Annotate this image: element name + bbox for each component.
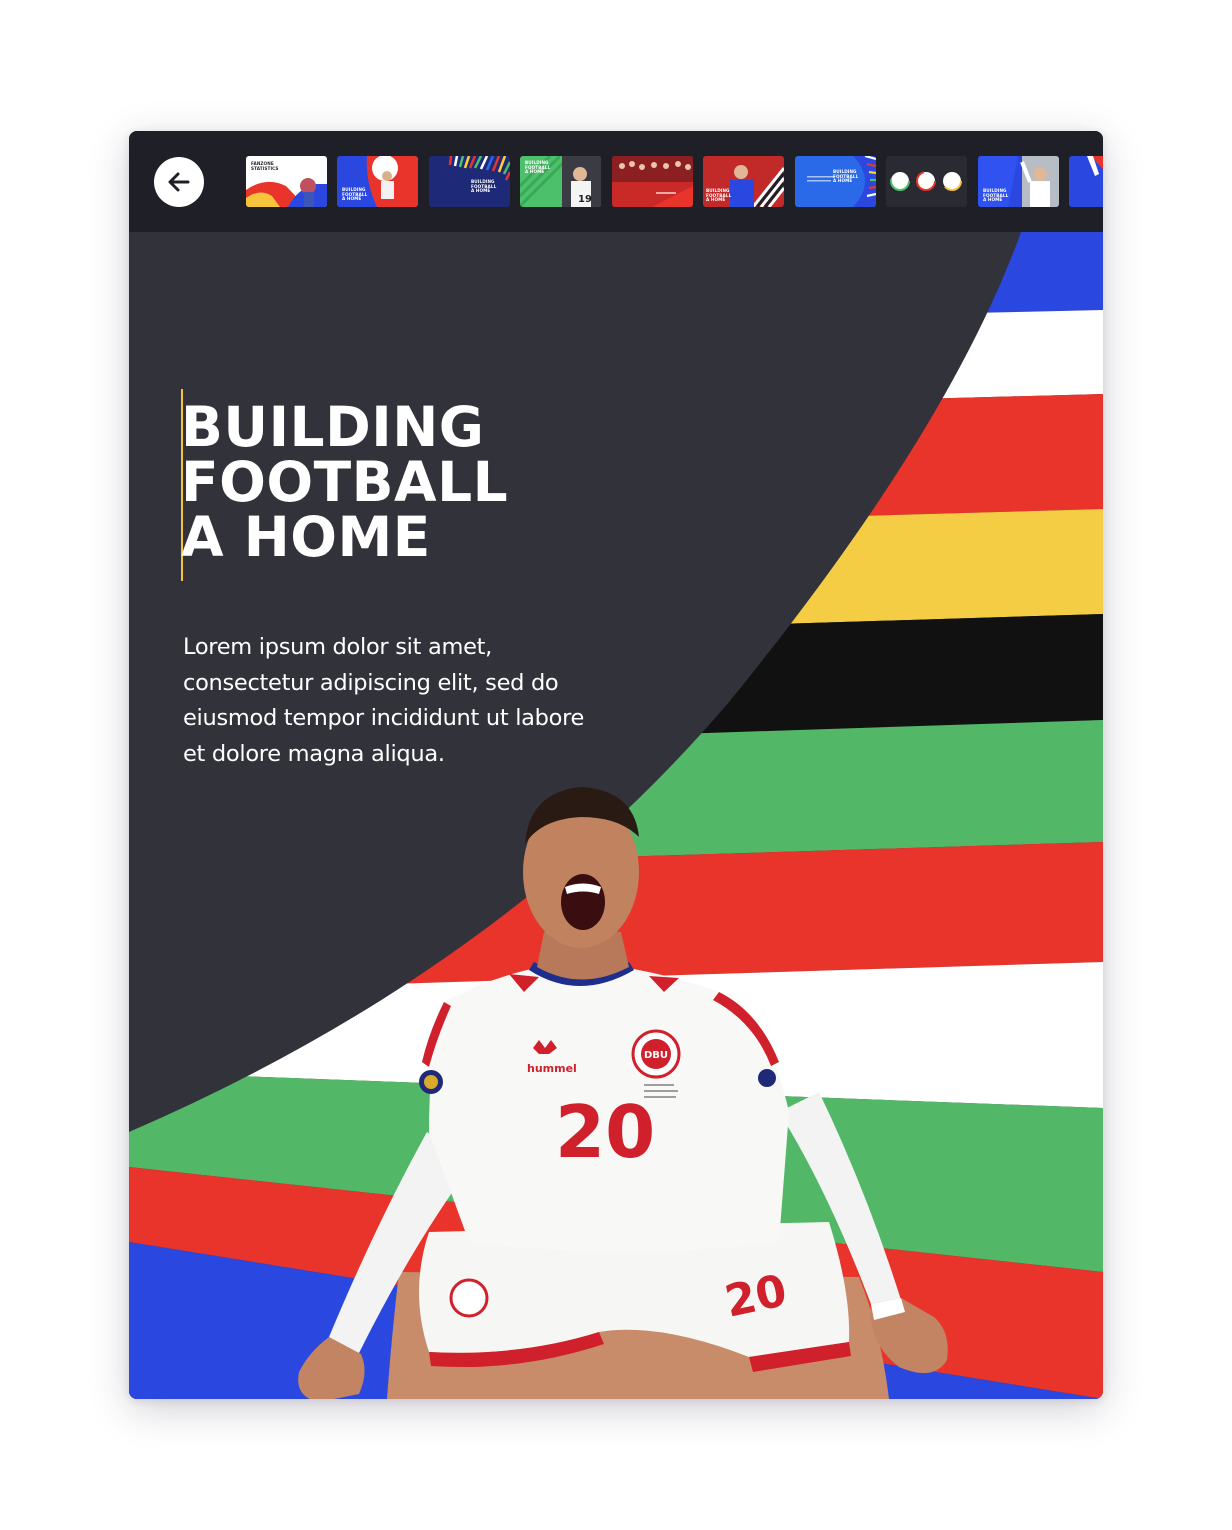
slide-thumbnail[interactable]	[1069, 156, 1103, 207]
slide-thumbnail[interactable]	[612, 156, 693, 207]
slide-thumbnail-label: BUILDING FOOTBALL A HOME	[471, 179, 497, 194]
slide-thumbnail[interactable]	[886, 156, 967, 207]
back-button[interactable]	[154, 157, 204, 207]
presentation-window: FANZONE STATISTICS BUILDING FOOTBALL A H…	[129, 131, 1103, 1399]
arrow-left-icon	[168, 172, 190, 192]
slide-navigator-bar: FANZONE STATISTICS BUILDING FOOTBALL A H…	[129, 131, 1103, 232]
slide-thumbnail[interactable]: BUILDING FOOTBALL A HOME	[429, 156, 510, 207]
slide-canvas: BUILDING FOOTBALL A HOME Lorem ipsum dol…	[129, 232, 1103, 1399]
slide-thumbnail[interactable]: BUILDING FOOTBALL A HOME	[795, 156, 876, 207]
slide-thumbnail-strip: FANZONE STATISTICS BUILDING FOOTBALL A H…	[246, 156, 1103, 207]
slide-thumbnail-label: BUILDING FOOTBALL A HOME	[525, 160, 551, 175]
slide-thumbnail-label: BUILDING FOOTBALL A HOME	[833, 169, 859, 184]
slide-thumbnail[interactable]: BUILDING FOOTBALL A HOME	[703, 156, 784, 207]
crest-text: DBU	[644, 1050, 668, 1061]
shirt-brand: hummel	[527, 1062, 577, 1075]
slide-thumbnail-label: BUILDING FOOTBALL A HOME	[983, 188, 1009, 203]
slide-thumbnail[interactable]: BUILDING FOOTBALL A HOME	[978, 156, 1059, 207]
slide-thumbnail-label: FANZONE STATISTICS	[251, 161, 279, 171]
slide-thumbnail[interactable]: FANZONE STATISTICS	[246, 156, 327, 207]
celebrating-player-photo: 20 20 hummel DBU	[298, 787, 948, 1399]
svg-text:19: 19	[578, 194, 592, 205]
shirt-number: 20	[555, 1090, 655, 1174]
slide-thumbnail-label: BUILDING FOOTBALL A HOME	[342, 187, 368, 202]
slide-thumbnail-label: BUILDING FOOTBALL A HOME	[706, 188, 732, 203]
slide-thumbnail[interactable]: 19 BUILDING FOOTBALL A HOME	[520, 156, 601, 207]
slide-thumbnail[interactable]: BUILDING FOOTBALL A HOME	[337, 156, 418, 207]
